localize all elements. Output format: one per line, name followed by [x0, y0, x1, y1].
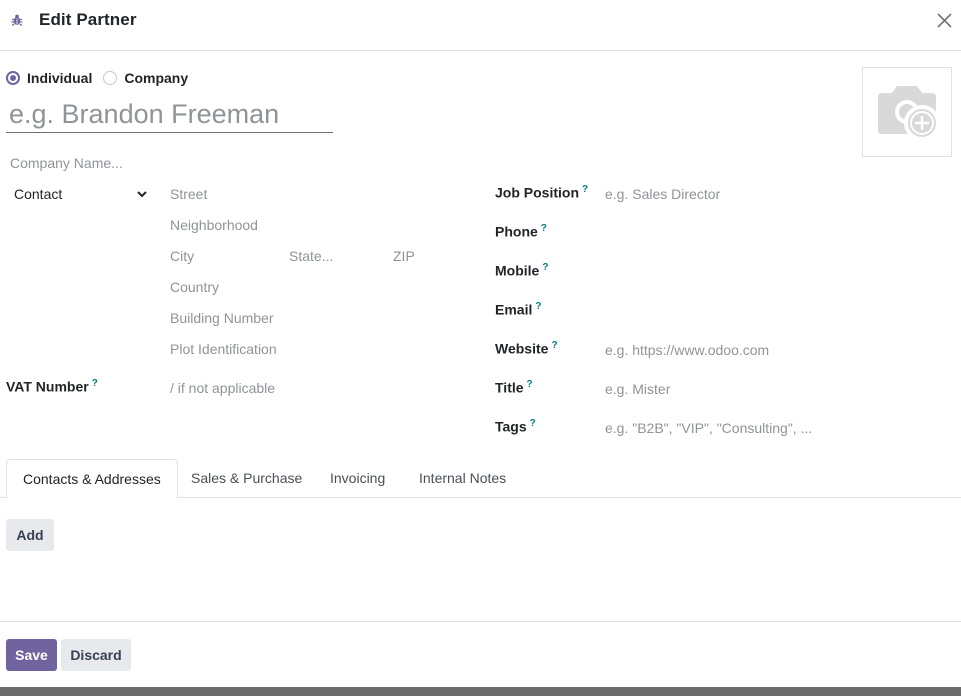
mobile-label: Mobile?	[495, 262, 549, 279]
bug-icon	[11, 14, 23, 26]
city-input[interactable]: City	[170, 248, 194, 264]
footer-divider	[0, 621, 961, 622]
phone-label: Phone?	[495, 223, 547, 240]
notebook-tabs: Contacts & Addresses Sales & Purchase In…	[0, 459, 961, 499]
partner-name-input[interactable]	[6, 97, 333, 133]
avatar-upload[interactable]	[862, 67, 952, 157]
dialog-header: Edit Partner	[0, 0, 961, 51]
neighborhood-input[interactable]: Neighborhood	[170, 217, 258, 233]
zip-input[interactable]: ZIP	[393, 248, 415, 264]
title-input[interactable]: e.g. Mister	[605, 381, 670, 397]
email-label: Email?	[495, 301, 542, 318]
discard-button[interactable]: Discard	[61, 639, 131, 671]
camera-plus-icon	[878, 86, 940, 141]
country-input[interactable]: Country	[170, 279, 219, 295]
company-radio[interactable]	[103, 71, 118, 85]
chevron-down-icon	[137, 191, 147, 198]
individual-radio-label[interactable]: Individual	[27, 70, 92, 86]
vat-input[interactable]: / if not applicable	[170, 380, 275, 396]
dialog-title: Edit Partner	[39, 10, 137, 29]
page-bottom-bar	[0, 687, 961, 696]
tags-label: Tags?	[495, 418, 536, 435]
street-input[interactable]: Street	[170, 186, 207, 202]
job-position-help-icon[interactable]: ?	[582, 184, 588, 195]
mobile-help-icon[interactable]: ?	[542, 262, 548, 273]
building-number-input[interactable]: Building Number	[170, 310, 274, 326]
title-help-icon[interactable]: ?	[527, 379, 533, 390]
phone-help-icon[interactable]: ?	[541, 223, 547, 234]
tags-input[interactable]: e.g. "B2B", "VIP", "Consulting", ...	[605, 420, 812, 436]
tab-sales-purchase[interactable]: Sales & Purchase	[191, 459, 302, 498]
vat-help-icon[interactable]: ?	[92, 378, 98, 389]
company-name-input[interactable]: Company Name...	[10, 155, 123, 171]
email-input[interactable]	[605, 301, 945, 319]
website-input[interactable]: e.g. https://www.odoo.com	[605, 342, 769, 358]
individual-radio[interactable]	[6, 71, 20, 85]
vat-label: VAT Number?	[6, 378, 98, 395]
add-button[interactable]: Add	[6, 519, 54, 551]
mobile-input[interactable]	[605, 262, 945, 280]
save-button[interactable]: Save	[6, 639, 57, 671]
close-icon[interactable]	[934, 10, 954, 30]
job-position-label: Job Position?	[495, 184, 589, 201]
title-label: Title?	[495, 379, 533, 396]
plot-identification-input[interactable]: Plot Identification	[170, 341, 277, 357]
address-type-value: Contact	[14, 186, 63, 202]
phone-input[interactable]	[605, 223, 945, 241]
website-label: Website?	[495, 340, 558, 357]
tab-contacts-addresses[interactable]: Contacts & Addresses	[6, 459, 178, 499]
company-type-radio-group: Individual Company	[6, 69, 199, 87]
address-type-select[interactable]: Contact	[14, 186, 150, 204]
company-radio-label[interactable]: Company	[124, 70, 188, 86]
tab-invoicing[interactable]: Invoicing	[330, 459, 385, 498]
job-position-input[interactable]: e.g. Sales Director	[605, 186, 720, 202]
email-help-icon[interactable]: ?	[535, 301, 541, 312]
website-help-icon[interactable]: ?	[551, 340, 557, 351]
tags-help-icon[interactable]: ?	[530, 418, 536, 429]
state-input[interactable]: State...	[289, 248, 333, 264]
tab-internal-notes[interactable]: Internal Notes	[419, 459, 506, 498]
